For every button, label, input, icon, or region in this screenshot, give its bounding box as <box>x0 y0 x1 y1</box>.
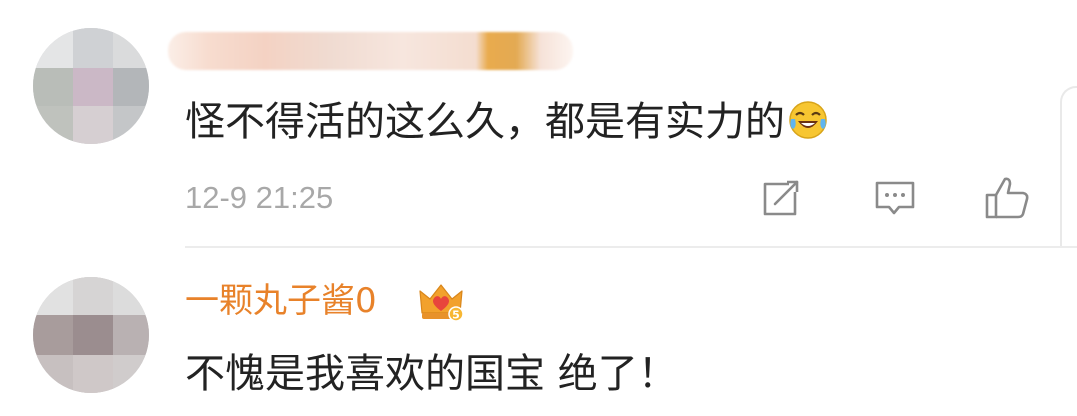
share-button[interactable] <box>757 176 805 220</box>
timestamp: 12-9 21:25 <box>185 180 334 215</box>
reply-button[interactable] <box>871 176 919 220</box>
comment-item: 怪不得活的这么久，都是有实力的 12-9 21:25 <box>0 0 1077 248</box>
reply-icon <box>875 181 915 215</box>
badge-level: 5 <box>452 309 460 322</box>
like-button[interactable] <box>983 176 1031 220</box>
username[interactable]: 一颗丸子酱0 <box>185 276 377 326</box>
blurred-avatar-image <box>33 28 149 144</box>
blurred-avatar-image <box>33 277 149 393</box>
comment-text: 怪不得活的这么久，都是有实力的 <box>185 94 829 150</box>
comment-text: 不愧是我喜欢的国宝 绝了！ <box>185 351 678 397</box>
avatar[interactable] <box>33 28 149 144</box>
crown-level-badge[interactable]: 5 <box>418 281 464 323</box>
share-icon <box>763 180 799 216</box>
like-icon <box>985 177 1029 219</box>
username-blurred[interactable] <box>168 32 573 70</box>
laugh-cry-emoji <box>789 101 827 139</box>
avatar[interactable] <box>33 277 149 393</box>
comment-item: 一颗丸子酱0 5 不愧是我喜欢的国宝 绝了！ <box>0 248 1077 416</box>
